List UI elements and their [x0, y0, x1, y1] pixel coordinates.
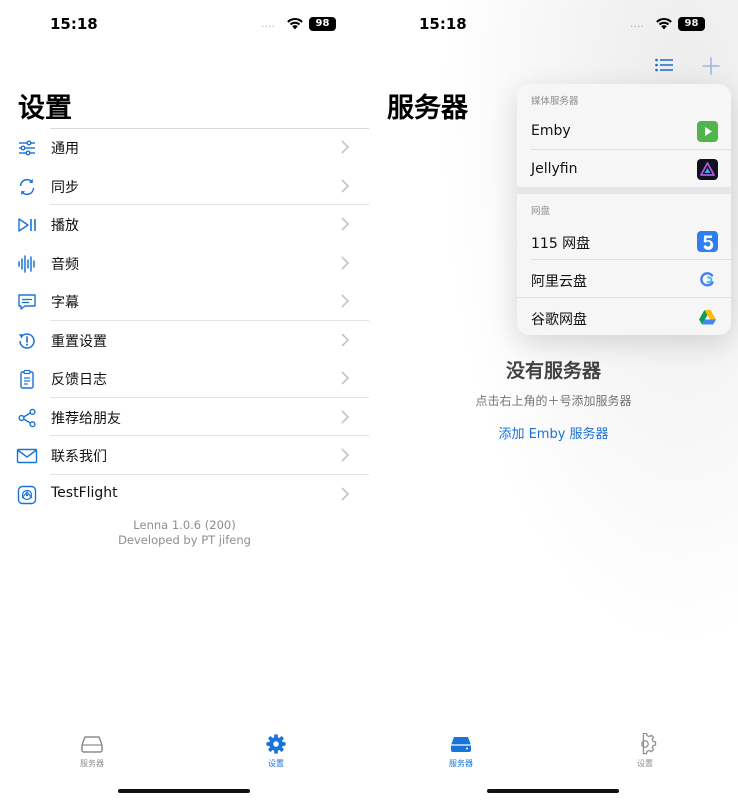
settings-row-label: 音频 — [51, 256, 79, 273]
status-time: 15:18 — [50, 15, 98, 33]
chevron-right-icon — [341, 178, 350, 193]
gear-icon — [266, 734, 286, 754]
settings-row-label: TestFlight — [51, 484, 118, 501]
battery-icon: 98 — [678, 17, 705, 31]
status-bar: 15:18 ···· 98 — [369, 0, 738, 50]
menu-item-jellyfin[interactable]: Jellyfin — [517, 150, 731, 188]
menu-item-google-drive[interactable]: 谷歌网盘 — [517, 298, 731, 335]
subtitle-icon — [18, 294, 36, 310]
tab-settings[interactable]: 设置 — [615, 733, 675, 769]
settings-row-sync[interactable]: 同步 — [0, 167, 369, 205]
chevron-right-icon — [341, 409, 350, 424]
settings-row-audio[interactable]: 音频 — [0, 244, 369, 283]
menu-item-emby[interactable]: Emby — [517, 112, 731, 150]
settings-row-playback[interactable]: 播放 — [0, 205, 369, 244]
settings-screen: 15:18 ···· 98 设置 通用 同步 播放 音频 字幕 重置设置 反馈日… — [0, 0, 369, 800]
mail-icon — [16, 448, 38, 464]
reset-icon — [19, 332, 35, 349]
add-server-menu: 媒体服务器 Emby Jellyfin 网盘 115 网盘 阿里云盘 谷歌网盘 — [517, 84, 731, 335]
tab-label: 设置 — [637, 759, 653, 768]
chevron-right-icon — [341, 332, 350, 347]
menu-section-media: 媒体服务器 — [531, 96, 579, 107]
settings-row-label: 重置设置 — [51, 333, 107, 350]
settings-row-general[interactable]: 通用 — [0, 128, 369, 167]
waveform-icon — [18, 254, 35, 273]
page-title: 设置 — [18, 93, 72, 124]
tab-label: 服务器 — [449, 759, 473, 768]
empty-state-title: 没有服务器 — [505, 360, 601, 382]
settings-row-testflight[interactable]: TestFlight — [0, 475, 369, 514]
jellyfin-icon — [697, 159, 718, 180]
settings-row-feedback-log[interactable]: 反馈日志 — [0, 359, 369, 398]
play-pause-icon — [18, 218, 36, 232]
google-drive-icon — [699, 310, 716, 325]
settings-row-label: 反馈日志 — [51, 372, 107, 388]
home-indicator[interactable] — [487, 789, 619, 793]
settings-list: 通用 同步 播放 音频 字幕 重置设置 反馈日志 推荐给朋友 联系我们 Test… — [0, 128, 369, 513]
server-drive-icon — [81, 736, 103, 753]
list-icon[interactable] — [653, 55, 675, 77]
menu-section-cloud: 网盘 — [531, 206, 551, 217]
sliders-icon — [19, 140, 35, 156]
tab-servers[interactable]: 服务器 — [62, 733, 122, 769]
add-emby-server-link[interactable]: 添加 Emby 服务器 — [369, 423, 738, 442]
115-icon — [697, 231, 718, 252]
home-indicator[interactable] — [118, 789, 250, 793]
share-icon — [18, 408, 36, 427]
add-icon[interactable] — [700, 55, 722, 77]
settings-row-label: 播放 — [51, 218, 79, 234]
settings-row-label: 联系我们 — [51, 449, 107, 465]
testflight-icon — [17, 485, 37, 504]
battery-icon: 98 — [309, 17, 336, 31]
clipboard-icon — [20, 369, 34, 389]
page-title: 服务器 — [387, 93, 468, 124]
chevron-right-icon — [341, 140, 350, 154]
settings-row-label: 通用 — [51, 141, 79, 157]
chevron-right-icon — [341, 294, 350, 308]
status-time: 15:18 — [419, 15, 467, 33]
status-bar: 15:18 ···· 98 — [0, 0, 369, 50]
signal-dots-icon: ···· — [261, 20, 275, 33]
chevron-right-icon — [341, 448, 350, 462]
chevron-right-icon — [341, 486, 350, 501]
chevron-right-icon — [341, 371, 350, 385]
menu-item-label: Jellyfin — [531, 161, 578, 177]
chevron-right-icon — [341, 255, 350, 270]
menu-section-gap — [517, 187, 731, 194]
sync-icon — [19, 178, 35, 195]
empty-state-hint: 点击右上角的＋号添加服务器 — [475, 394, 632, 408]
settings-row-label: 推荐给朋友 — [51, 410, 121, 427]
settings-row-label: 同步 — [51, 179, 79, 196]
menu-item-115[interactable]: 115 网盘 — [517, 222, 731, 260]
menu-item-label: Emby — [531, 123, 571, 139]
settings-row-subtitles[interactable]: 字幕 — [0, 282, 369, 321]
chevron-right-icon — [341, 217, 350, 231]
wifi-icon — [287, 17, 303, 30]
tab-settings[interactable]: 设置 — [246, 733, 306, 769]
signal-dots-icon: ···· — [630, 20, 644, 33]
wifi-icon — [656, 17, 672, 30]
menu-item-label: 谷歌网盘 — [531, 312, 587, 328]
emby-icon — [697, 121, 718, 142]
settings-row-contact[interactable]: 联系我们 — [0, 436, 369, 475]
settings-row-label: 字幕 — [51, 295, 79, 311]
menu-item-label: 阿里云盘 — [531, 274, 587, 290]
aliyun-icon — [700, 272, 714, 287]
version-text: Lenna 1.0.6 (200) — [133, 518, 236, 532]
tab-label: 设置 — [268, 759, 284, 768]
gear-icon — [641, 733, 657, 755]
server-drive-icon — [451, 737, 471, 752]
developer-text: Developed by PT jifeng — [118, 533, 251, 547]
menu-item-label: 115 网盘 — [531, 236, 591, 252]
tab-servers[interactable]: 服务器 — [431, 733, 491, 769]
servers-screen: 15:18 ···· 98 服务器 没有服务器 点击右上角的＋号添加服务器 添加… — [369, 0, 738, 800]
tab-label: 服务器 — [80, 759, 104, 768]
menu-item-aliyun[interactable]: 阿里云盘 — [517, 260, 731, 298]
settings-row-share[interactable]: 推荐给朋友 — [0, 398, 369, 436]
settings-row-reset[interactable]: 重置设置 — [0, 321, 369, 360]
